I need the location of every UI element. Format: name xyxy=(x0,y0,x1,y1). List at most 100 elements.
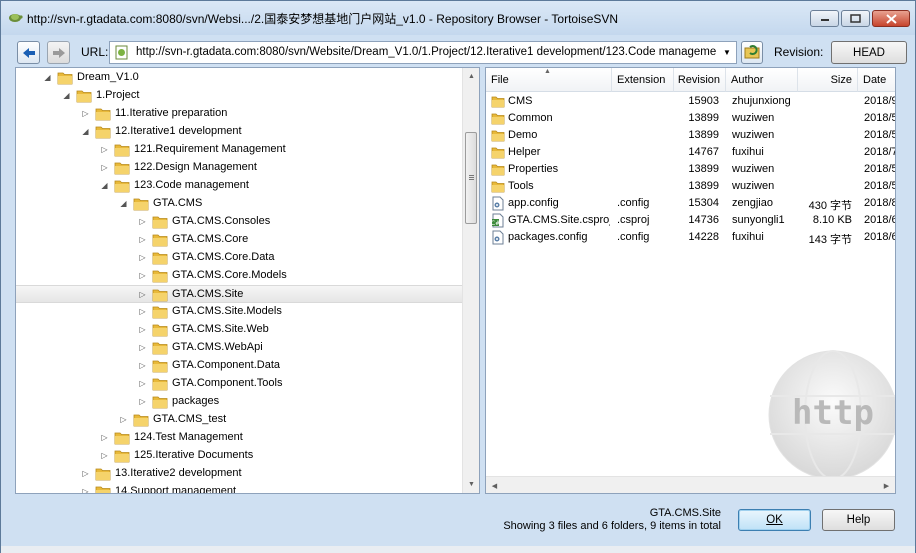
cell-extension: .config xyxy=(617,231,650,243)
tree-item[interactable]: ▷ 124.Test Management xyxy=(16,429,462,447)
tree-item[interactable]: ▷ 13.Iterative2 development xyxy=(16,465,462,483)
folder-icon xyxy=(57,72,73,85)
column-header-extension[interactable]: Extension xyxy=(612,68,674,92)
file-list-row[interactable]: app.config .config 15304 zengjiao 430 字节 2018… xyxy=(486,195,896,212)
folder-icon xyxy=(152,216,168,229)
column-header-author[interactable]: Author xyxy=(726,68,798,92)
tree-scroll-thumb[interactable] xyxy=(465,132,477,224)
title-bar[interactable]: http://svn-r.gtadata.com:8080/svn/Websi.… xyxy=(1,1,915,35)
tree-item[interactable]: ▷ GTA.CMS.Site.Web xyxy=(16,321,462,339)
cell-file: app.config xyxy=(508,197,559,209)
tree-item[interactable]: ▷ 125.Iterative Documents xyxy=(16,447,462,465)
expanded-triangle-icon[interactable]: ◢ xyxy=(81,127,90,136)
collapsed-triangle-icon[interactable]: ▷ xyxy=(100,451,109,460)
file-list-row[interactable]: C# GTA.CMS.Site.csproj .csproj 14736 sunyong… xyxy=(486,212,895,229)
column-header-size[interactable]: Size xyxy=(798,68,858,92)
collapsed-triangle-icon[interactable]: ▷ xyxy=(81,487,90,493)
file-list-row[interactable]: Demo 13899 wuziwen 2018/5 xyxy=(486,127,895,144)
tree-item[interactable]: ▷ GTA.Component.Tools xyxy=(16,375,462,393)
collapsed-triangle-icon[interactable]: ▷ xyxy=(138,217,147,226)
expanded-triangle-icon[interactable]: ◢ xyxy=(119,199,128,208)
repository-tree[interactable]: ◢ Dream_V1.0 ◢ 1.Project ▷ 11.Iterative prepa… xyxy=(15,67,480,494)
tree-item[interactable]: ▷ GTA.Component.Data xyxy=(16,357,462,375)
tree-item[interactable]: ◢ GTA.CMS xyxy=(16,195,462,213)
collapsed-triangle-icon[interactable]: ▷ xyxy=(138,290,147,299)
cell-file: Tools xyxy=(508,180,534,192)
collapsed-triangle-icon[interactable]: ▷ xyxy=(138,397,147,406)
tree-item[interactable]: ▷ 121.Requirement Management xyxy=(16,141,462,159)
file-list[interactable]: ▲ File Extension Revision Author Size Da… xyxy=(485,67,896,494)
folder-icon xyxy=(152,252,168,265)
file-list-row[interactable]: Common 13899 wuziwen 2018/5 xyxy=(486,110,895,127)
close-button[interactable] xyxy=(872,10,910,27)
url-label: URL: xyxy=(81,45,109,59)
scroll-up-icon[interactable]: ▲ xyxy=(463,68,479,85)
file-list-row[interactable]: Helper 14767 fuxihui 2018/7 xyxy=(486,144,895,161)
expanded-triangle-icon[interactable]: ◢ xyxy=(62,91,71,100)
http-globe-watermark-icon: http xyxy=(768,350,895,480)
tree-item[interactable]: ▷ 122.Design Management xyxy=(16,159,462,177)
collapsed-triangle-icon[interactable]: ▷ xyxy=(138,307,147,316)
collapsed-triangle-icon[interactable]: ▷ xyxy=(138,361,147,370)
tree-item[interactable]: ◢ 123.Code management xyxy=(16,177,462,195)
tree-item[interactable]: ▷ GTA.CMS.Site xyxy=(16,285,462,303)
tree-item[interactable]: ▷ GTA.CMS_test xyxy=(16,411,462,429)
scroll-down-icon[interactable]: ▼ xyxy=(463,476,479,493)
collapsed-triangle-icon[interactable]: ▷ xyxy=(100,163,109,172)
tree-item[interactable]: ▷ 11.Iterative preparation xyxy=(16,105,462,123)
revision-button[interactable]: HEAD xyxy=(831,41,907,64)
collapsed-triangle-icon[interactable]: ▷ xyxy=(138,235,147,244)
minimize-button[interactable] xyxy=(810,10,839,27)
cell-date: 2018/8 xyxy=(864,197,896,209)
file-list-row[interactable]: Tools 13899 wuziwen 2018/5 xyxy=(486,178,895,195)
tree-item[interactable]: ◢ 12.Iterative1 development xyxy=(16,123,462,141)
url-combobox[interactable]: http://svn-r.gtadata.com:8080/svn/Websit… xyxy=(109,41,737,64)
forward-arrow-icon xyxy=(52,47,65,58)
list-horizontal-scrollbar[interactable]: ◀ ▶ xyxy=(486,476,895,493)
tree-item[interactable]: ▷ 14.Support management xyxy=(16,483,462,493)
column-header-date[interactable]: Date xyxy=(858,68,895,92)
tree-item[interactable]: ▷ GTA.CMS.Core xyxy=(16,231,462,249)
ok-button[interactable]: OK xyxy=(738,509,811,531)
collapsed-triangle-icon[interactable]: ▷ xyxy=(100,145,109,154)
refresh-button[interactable] xyxy=(741,41,763,64)
tree-item[interactable]: ▷ GTA.CMS.Core.Models xyxy=(16,267,462,285)
column-header-revision[interactable]: Revision xyxy=(674,68,726,92)
column-header-file[interactable]: ▲ File xyxy=(486,68,612,92)
folder-icon xyxy=(152,324,168,337)
collapsed-triangle-icon[interactable]: ▷ xyxy=(81,109,90,118)
file-list-row[interactable]: Properties 13899 wuziwen 2018/5 xyxy=(486,161,895,178)
file-list-row[interactable]: packages.config .config 14228 fuxihui 143 字节… xyxy=(486,229,895,246)
collapsed-triangle-icon[interactable]: ▷ xyxy=(138,325,147,334)
tree-item[interactable]: ▷ GTA.CMS.WebApi xyxy=(16,339,462,357)
file-list-row[interactable]: CMS 15903 zhujunxiong 2018/9 xyxy=(486,93,895,110)
tree-item[interactable]: ▷ GTA.CMS.Core.Data xyxy=(16,249,462,267)
back-button[interactable] xyxy=(17,41,40,64)
collapsed-triangle-icon[interactable]: ▷ xyxy=(100,433,109,442)
url-input[interactable]: http://svn-r.gtadata.com:8080/svn/Websit… xyxy=(136,46,716,58)
maximize-button[interactable] xyxy=(841,10,870,27)
tree-item[interactable]: ▷ GTA.CMS.Consoles xyxy=(16,213,462,231)
tree-item[interactable]: ▷ GTA.CMS.Site.Models xyxy=(16,303,462,321)
expanded-triangle-icon[interactable]: ◢ xyxy=(43,73,52,82)
tree-item[interactable]: ▷ packages xyxy=(16,393,462,411)
collapsed-triangle-icon[interactable]: ▷ xyxy=(138,271,147,280)
collapsed-triangle-icon[interactable]: ▷ xyxy=(138,253,147,262)
tree-item[interactable]: ◢ 1.Project xyxy=(16,87,462,105)
scroll-left-icon[interactable]: ◀ xyxy=(486,477,503,493)
cell-revision: 13899 xyxy=(688,180,719,192)
scroll-right-icon[interactable]: ▶ xyxy=(878,477,895,493)
forward-button[interactable] xyxy=(47,41,70,64)
collapsed-triangle-icon[interactable]: ▷ xyxy=(138,379,147,388)
url-page-icon xyxy=(115,45,128,60)
help-button[interactable]: Help xyxy=(822,509,895,531)
collapsed-triangle-icon[interactable]: ▷ xyxy=(119,415,128,424)
url-dropdown-arrow[interactable]: ▼ xyxy=(720,45,734,60)
tree-item-label: GTA.Component.Data xyxy=(172,359,281,371)
cell-author: zhujunxiong xyxy=(732,95,791,107)
collapsed-triangle-icon[interactable]: ▷ xyxy=(81,469,90,478)
tree-vertical-scrollbar[interactable]: ▲ ▼ xyxy=(462,68,479,493)
collapsed-triangle-icon[interactable]: ▷ xyxy=(138,343,147,352)
expanded-triangle-icon[interactable]: ◢ xyxy=(100,181,109,190)
tree-item[interactable]: ◢ Dream_V1.0 xyxy=(16,69,462,87)
